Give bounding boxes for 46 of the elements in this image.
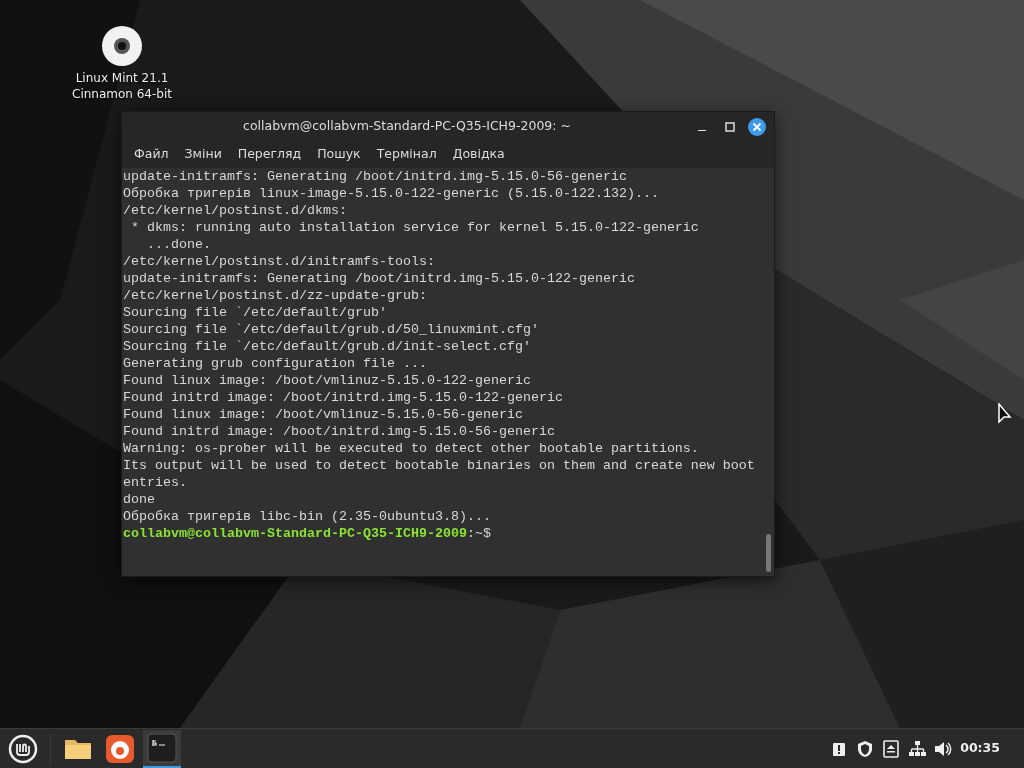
disc-icon[interactable] bbox=[102, 26, 142, 66]
terminal-line: Found linux image: /boot/vmlinuz-5.15.0-122-generic bbox=[123, 372, 531, 389]
terminal-line: /etc/kernel/postinst.d/initramfs-tools: bbox=[123, 253, 435, 270]
prompt-user-host: collabvm@collabvm-Standard-PC-Q35-ICH9-2009 bbox=[123, 525, 467, 542]
terminal-line: Found linux image: /boot/vmlinuz-5.15.0-56-generic bbox=[123, 406, 523, 423]
terminal-line: Обробка тригерів libc-bin (2.35-0ubuntu3.8)... bbox=[123, 508, 491, 525]
shield-icon[interactable] bbox=[856, 739, 875, 758]
maximize-icon bbox=[725, 121, 735, 132]
terminal-line: * dkms: running auto installation service for kernel 5.15.0-122-generic bbox=[130, 219, 699, 236]
mint-logo-icon bbox=[8, 733, 38, 764]
volume-icon[interactable] bbox=[934, 739, 953, 758]
window-title: collabvm@collabvm-Standard-PC-Q35-ICH9-2009: ~ bbox=[242, 117, 572, 136]
terminal-line: Обробка тригерів linux-image-5.15.0-122-generic (5.15.0-122.132)... bbox=[123, 185, 659, 202]
terminal-line: Sourcing file `/etc/default/grub.d/50_linuxmint.cfg' bbox=[123, 321, 539, 338]
network-icon[interactable] bbox=[908, 739, 927, 758]
menu-item[interactable]: Зміни bbox=[176, 145, 230, 164]
close-button[interactable] bbox=[748, 117, 766, 136]
terminal-line: ...done. bbox=[146, 236, 211, 253]
terminal-line: update-initramfs: Generating /boot/initrd.img-5.15.0-122-generic bbox=[123, 270, 635, 287]
terminal-line: /etc/kernel/postinst.d/dkms: bbox=[123, 202, 347, 219]
menu-item[interactable]: Довідка bbox=[444, 145, 513, 164]
terminal-line: Its output will be used to detect bootable binaries on them and create new boot bbox=[123, 457, 755, 474]
pointer-icon bbox=[997, 403, 1013, 424]
terminal-line: entries. bbox=[123, 474, 187, 491]
minimize-icon bbox=[698, 129, 706, 132]
terminal-line: Warning: os-prober will be executed to detect other bootable partitions. bbox=[123, 440, 699, 457]
terminal-line: /etc/kernel/postinst.d/zz-update-grub: bbox=[123, 287, 427, 304]
terminal-line: update-initramfs: Generating /boot/initrd.img-5.15.0-56-generic bbox=[123, 168, 627, 185]
terminal-line: Sourcing file `/etc/default/grub' bbox=[123, 304, 387, 321]
menu-item[interactable]: Перегляд bbox=[229, 145, 310, 164]
terminal-line: Found initrd image: /boot/initrd.img-5.15.0-56-generic bbox=[123, 423, 555, 440]
icon-label: Linux Mint 21.1 Cinnamon 64-bit bbox=[71, 70, 173, 102]
browser-icon bbox=[105, 733, 135, 764]
terminal-line: done bbox=[123, 491, 155, 508]
terminal-line: Generating grub configuration file ... bbox=[123, 355, 427, 372]
menu-item[interactable]: Файл bbox=[126, 145, 177, 164]
clock[interactable]: 00:35 bbox=[960, 739, 1000, 758]
menu-item[interactable]: Пошук bbox=[309, 145, 369, 164]
eject-icon[interactable] bbox=[882, 739, 901, 758]
prompt-path: :~$ bbox=[466, 525, 491, 542]
terminal-icon bbox=[147, 732, 177, 763]
taskbar-app[interactable] bbox=[143, 729, 181, 768]
terminal-line: Found initrd image: /boot/initrd.img-5.15.0-122-generic bbox=[123, 389, 563, 406]
scrollbar-thumb[interactable] bbox=[766, 534, 771, 572]
terminal-line: Sourcing file `/etc/default/grub.d/init-select.cfg' bbox=[123, 338, 531, 355]
menu-item[interactable]: Термінал bbox=[368, 145, 445, 164]
